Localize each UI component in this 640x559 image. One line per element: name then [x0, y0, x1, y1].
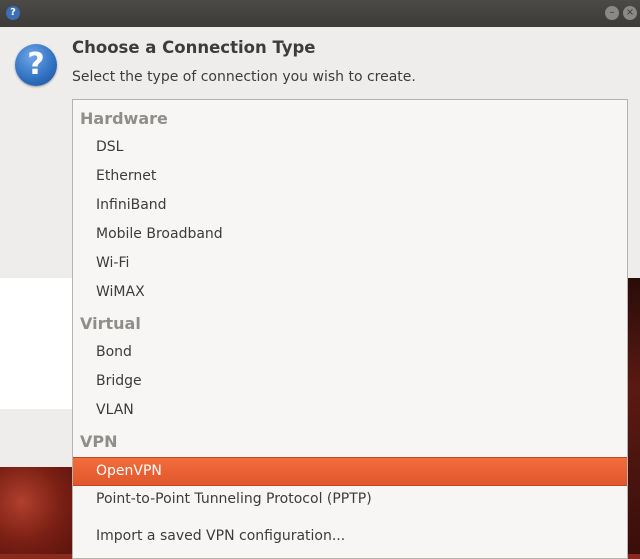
- desktop-wallpaper: [0, 467, 72, 554]
- dialog-body-edge: [628, 27, 640, 278]
- menu-item-label: Mobile Broadband: [96, 226, 223, 242]
- background-window-panel: [0, 278, 72, 409]
- minimize-button[interactable]: –: [605, 6, 619, 20]
- import-vpn-config-item[interactable]: Import a saved VPN configuration...: [73, 523, 627, 552]
- menu-item-label: InfiniBand: [96, 197, 167, 213]
- desktop-wallpaper-right: [628, 278, 640, 554]
- menu-item-openvpn[interactable]: OpenVPN: [73, 457, 627, 486]
- close-button[interactable]: ×: [623, 6, 637, 20]
- menu-item-wimax[interactable]: WiMAX: [73, 279, 627, 308]
- group-header-vpn: VPN: [80, 432, 118, 451]
- menu-item-ethernet[interactable]: Ethernet: [73, 163, 627, 192]
- menu-item-label: WiMAX: [96, 284, 145, 300]
- menu-item-infiniband[interactable]: InfiniBand: [73, 192, 627, 221]
- connection-type-dropdown[interactable]: Hardware DSL Ethernet InfiniBand Mobile …: [72, 99, 628, 559]
- dialog-title: Choose a Connection Type: [72, 38, 316, 57]
- menu-item-pptp[interactable]: Point-to-Point Tunneling Protocol (PPTP): [73, 486, 627, 515]
- menu-item-mobile-broadband[interactable]: Mobile Broadband: [73, 221, 627, 250]
- question-dialog-icon: ?: [15, 44, 57, 86]
- background-window-footer: [0, 409, 72, 467]
- menu-item-label: Ethernet: [96, 168, 157, 184]
- menu-item-vlan[interactable]: VLAN: [73, 397, 627, 426]
- dialog-subtitle: Select the type of connection you wish t…: [72, 69, 416, 85]
- menu-item-bridge[interactable]: Bridge: [73, 368, 627, 397]
- menu-item-wifi[interactable]: Wi-Fi: [73, 250, 627, 279]
- menu-item-dsl[interactable]: DSL: [73, 134, 627, 163]
- menu-item-label: Bond: [96, 344, 132, 360]
- dialog-titlebar[interactable]: ? – ×: [0, 0, 640, 27]
- menu-item-label: Point-to-Point Tunneling Protocol (PPTP): [96, 491, 372, 507]
- menu-item-bond[interactable]: Bond: [73, 339, 627, 368]
- group-header-hardware: Hardware: [80, 109, 168, 128]
- menu-item-label: DSL: [96, 139, 124, 155]
- group-header-virtual: Virtual: [80, 314, 141, 333]
- menu-item-label: Bridge: [96, 373, 142, 389]
- menu-item-label: Wi-Fi: [96, 255, 130, 271]
- menu-item-label: VLAN: [96, 402, 134, 418]
- menu-item-label: OpenVPN: [96, 463, 162, 479]
- menu-item-label: Import a saved VPN configuration...: [96, 528, 346, 544]
- question-icon: ?: [6, 6, 20, 20]
